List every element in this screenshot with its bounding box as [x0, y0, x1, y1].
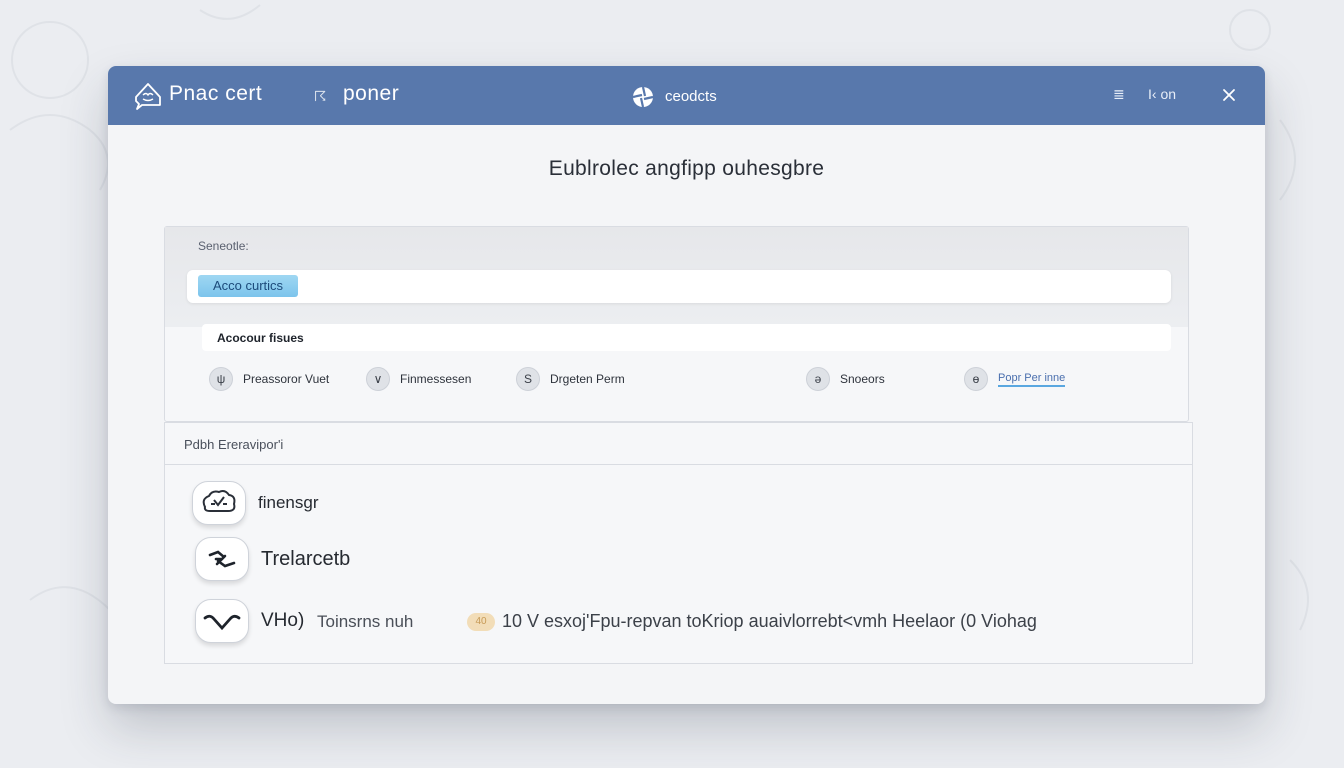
list-item[interactable]: finensgr: [192, 481, 318, 525]
list-panel-title: Pdbh Ereravipor'i: [184, 437, 284, 452]
status-badge: 40: [467, 613, 495, 631]
option-finmessesen[interactable]: ∨ Finmessesen: [366, 367, 471, 391]
item-label: finensgr: [258, 493, 319, 512]
center-title[interactable]: ceodcts: [665, 88, 717, 105]
handshake-icon: [195, 537, 249, 581]
title-bar: Pnac cert ☈ poner ceodcts ≣ I‹ on: [108, 66, 1265, 125]
option-link-label: Popr Per inne: [998, 372, 1066, 387]
list-panel-header: Pdbh Ereravipor'i: [165, 423, 1192, 465]
app-name: Pnac cert: [169, 82, 263, 105]
option-label: Drgeten Perm: [550, 372, 625, 386]
window-control-label[interactable]: I‹ on: [1148, 86, 1176, 102]
account-row[interactable]: Acocour fisues: [202, 324, 1171, 351]
main-window: Pnac cert ☈ poner ceodcts ≣ I‹ on Eublro…: [108, 66, 1265, 704]
wave-icon: ☈: [314, 88, 327, 104]
option-preassoror[interactable]: ψ Preassoror Vuet: [209, 367, 329, 391]
option-icon: ∨: [366, 367, 390, 391]
item-label: Trelarcetb: [261, 547, 351, 570]
option-icon: S: [516, 367, 540, 391]
item-secondary-label: Toinsrns nuh: [317, 612, 414, 631]
list-panel: Pdbh Ereravipor'i finensgr Trelarcetb VH…: [164, 422, 1193, 664]
option-label: Finmessesen: [400, 372, 472, 386]
option-drgeten[interactable]: S Drgeten Perm: [516, 367, 625, 391]
option-label: Snoeors: [840, 372, 885, 386]
settings-panel: Seneotle: Acco curtics Acocour fisues ψ …: [164, 226, 1189, 422]
menu-icon[interactable]: ≣: [1113, 86, 1125, 103]
list-item[interactable]: Trelarcetb: [195, 537, 350, 581]
option-popr-link[interactable]: ɵ Popr Per inne: [964, 367, 1066, 391]
option-icon: ə: [806, 367, 830, 391]
option-label: Preassoror Vuet: [243, 372, 330, 386]
sub-title[interactable]: poner: [343, 82, 399, 106]
option-icon: ɵ: [964, 367, 988, 391]
close-icon[interactable]: [1221, 87, 1237, 103]
page-title: Eublrolec angfipp ouhesgbre: [548, 157, 825, 180]
section-label: Seneotle:: [198, 239, 249, 253]
heart-signal-icon: [195, 599, 249, 643]
option-icon: ψ: [209, 367, 233, 391]
option-snoeors[interactable]: ə Snoeors: [806, 367, 885, 391]
item-description: 10 V esxoj'Fpu-repvan toKriop auaivlorre…: [502, 611, 1037, 631]
aperture-icon[interactable]: [632, 86, 654, 108]
brain-chat-icon: [135, 83, 161, 110]
search-input[interactable]: Acco curtics: [187, 270, 1171, 303]
account-label: Acocour fisues: [217, 331, 304, 345]
list-item[interactable]: VHo): [195, 599, 304, 643]
filter-chip[interactable]: Acco curtics: [198, 275, 298, 297]
item-label: VHo): [261, 610, 305, 631]
cloud-connect-icon: [192, 481, 246, 525]
